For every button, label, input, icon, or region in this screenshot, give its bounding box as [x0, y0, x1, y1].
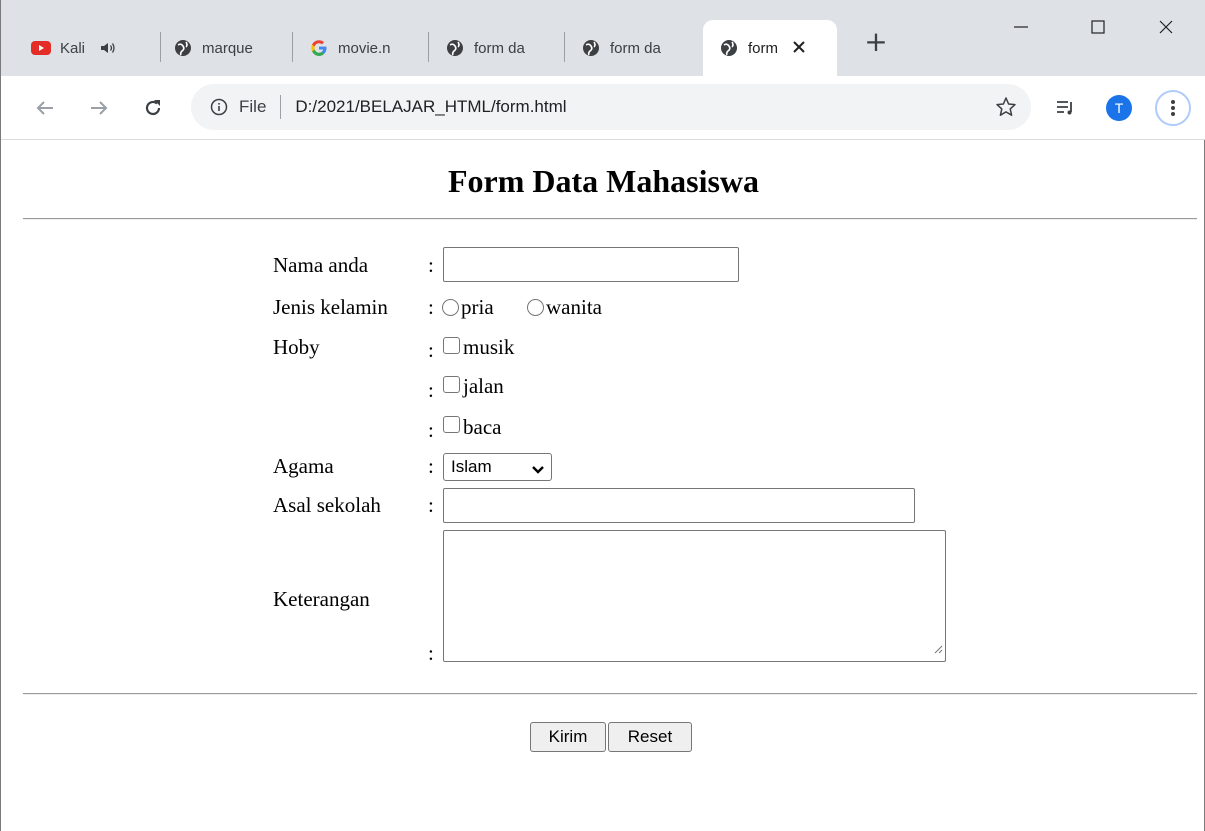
globe-icon [719, 38, 739, 58]
tab-title: form da [474, 39, 525, 57]
media-control-button[interactable] [1050, 92, 1082, 124]
tab-separator [564, 32, 565, 62]
maximize-button[interactable] [1075, 12, 1121, 42]
tab-separator [160, 32, 161, 62]
option-wanita-label: wanita [546, 295, 602, 319]
menu-button[interactable] [1153, 88, 1193, 128]
colon: : [428, 378, 434, 402]
avatar: T [1106, 95, 1132, 121]
globe-icon [581, 38, 601, 58]
tab-form-2[interactable]: form da [581, 20, 699, 76]
resize-grip-icon[interactable] [933, 641, 943, 659]
playlist-icon [1057, 101, 1072, 115]
agama-select[interactable]: Islam [443, 453, 552, 481]
profile-button[interactable]: T [1103, 92, 1135, 124]
url-separator [280, 95, 282, 119]
divider-top [23, 218, 1197, 220]
divider-bottom [23, 693, 1197, 695]
checkbox-jalan[interactable] [443, 376, 460, 393]
tab-form-active[interactable]: form [703, 20, 837, 76]
new-tab-button[interactable]: + [861, 28, 891, 58]
label-keterangan: Keterangan [273, 587, 370, 611]
radio-wanita[interactable] [527, 299, 544, 316]
arrow-right-icon [91, 101, 108, 115]
checkbox-baca[interactable] [443, 416, 460, 433]
arrow-left-icon [36, 101, 53, 115]
page-title: Form Data Mahasiswa [447, 163, 760, 199]
tab-separator [428, 32, 429, 62]
globe-icon [173, 38, 193, 58]
close-icon [1159, 20, 1173, 34]
label-asal-sekolah: Asal sekolah [273, 493, 381, 517]
audio-icon[interactable] [100, 41, 116, 55]
tab-form-1[interactable]: form da [445, 20, 565, 76]
radio-pria[interactable] [442, 299, 459, 316]
tab-separator [292, 32, 293, 62]
browser-window: Kali marque movie.n form da form da form… [0, 0, 1205, 831]
colon: : [428, 338, 434, 362]
agama-selected-value: Islam [451, 457, 492, 476]
browser-toolbar: File D:/2021/BELAJAR_HTML/form.html T [1, 76, 1205, 140]
minimize-icon [1014, 26, 1028, 28]
nama-input[interactable] [443, 247, 739, 282]
tab-youtube[interactable]: Kali [31, 20, 161, 76]
tab-strip: Kali marque movie.n form da form da form… [1, 0, 1205, 76]
kebab-menu-icon [1155, 90, 1191, 126]
kirim-button[interactable]: Kirim [530, 722, 606, 752]
option-baca-label: baca [463, 415, 502, 439]
checkbox-musik[interactable] [443, 337, 460, 354]
google-icon [309, 38, 329, 58]
asal-sekolah-input[interactable] [443, 488, 915, 523]
forward-button[interactable] [83, 92, 115, 124]
page-content: Form Data Mahasiswa Nama anda : Jenis ke… [2, 141, 1205, 831]
option-musik-label: musik [463, 335, 515, 359]
tab-title: Kali [60, 39, 86, 57]
close-window-button[interactable] [1143, 12, 1189, 42]
tab-marque[interactable]: marque [173, 20, 293, 76]
colon: : [428, 641, 434, 665]
youtube-icon [31, 38, 51, 58]
info-icon[interactable] [209, 97, 229, 117]
tab-movie[interactable]: movie.n [309, 20, 429, 76]
colon: : [428, 295, 434, 319]
tab-title: form [748, 39, 778, 57]
close-tab-icon[interactable] [792, 38, 806, 59]
tab-title: movie.n [338, 39, 391, 57]
reload-icon [145, 100, 161, 116]
label-agama: Agama [273, 454, 334, 478]
colon: : [428, 493, 434, 517]
keterangan-textarea[interactable] [443, 530, 946, 662]
option-pria-label: pria [461, 295, 494, 319]
maximize-icon [1091, 20, 1105, 34]
url-text[interactable]: D:/2021/BELAJAR_HTML/form.html [295, 97, 566, 117]
minimize-button[interactable] [998, 12, 1044, 42]
tab-title: form da [610, 39, 661, 57]
colon: : [428, 253, 434, 277]
reload-button[interactable] [137, 92, 169, 124]
url-scheme: File [239, 97, 267, 116]
label-hoby: Hoby [273, 335, 320, 359]
tab-title: marque [202, 39, 253, 57]
label-jenis-kelamin: Jenis kelamin [273, 295, 388, 319]
back-button[interactable] [29, 92, 61, 124]
colon: : [428, 418, 434, 442]
bookmark-star-icon[interactable] [995, 96, 1017, 118]
address-bar[interactable]: File D:/2021/BELAJAR_HTML/form.html [191, 84, 1031, 130]
option-jalan-label: jalan [463, 374, 504, 398]
colon: : [428, 454, 434, 478]
chevron-down-icon [531, 461, 545, 481]
globe-icon [445, 38, 465, 58]
reset-button[interactable]: Reset [608, 722, 692, 752]
label-nama: Nama anda [273, 253, 369, 277]
